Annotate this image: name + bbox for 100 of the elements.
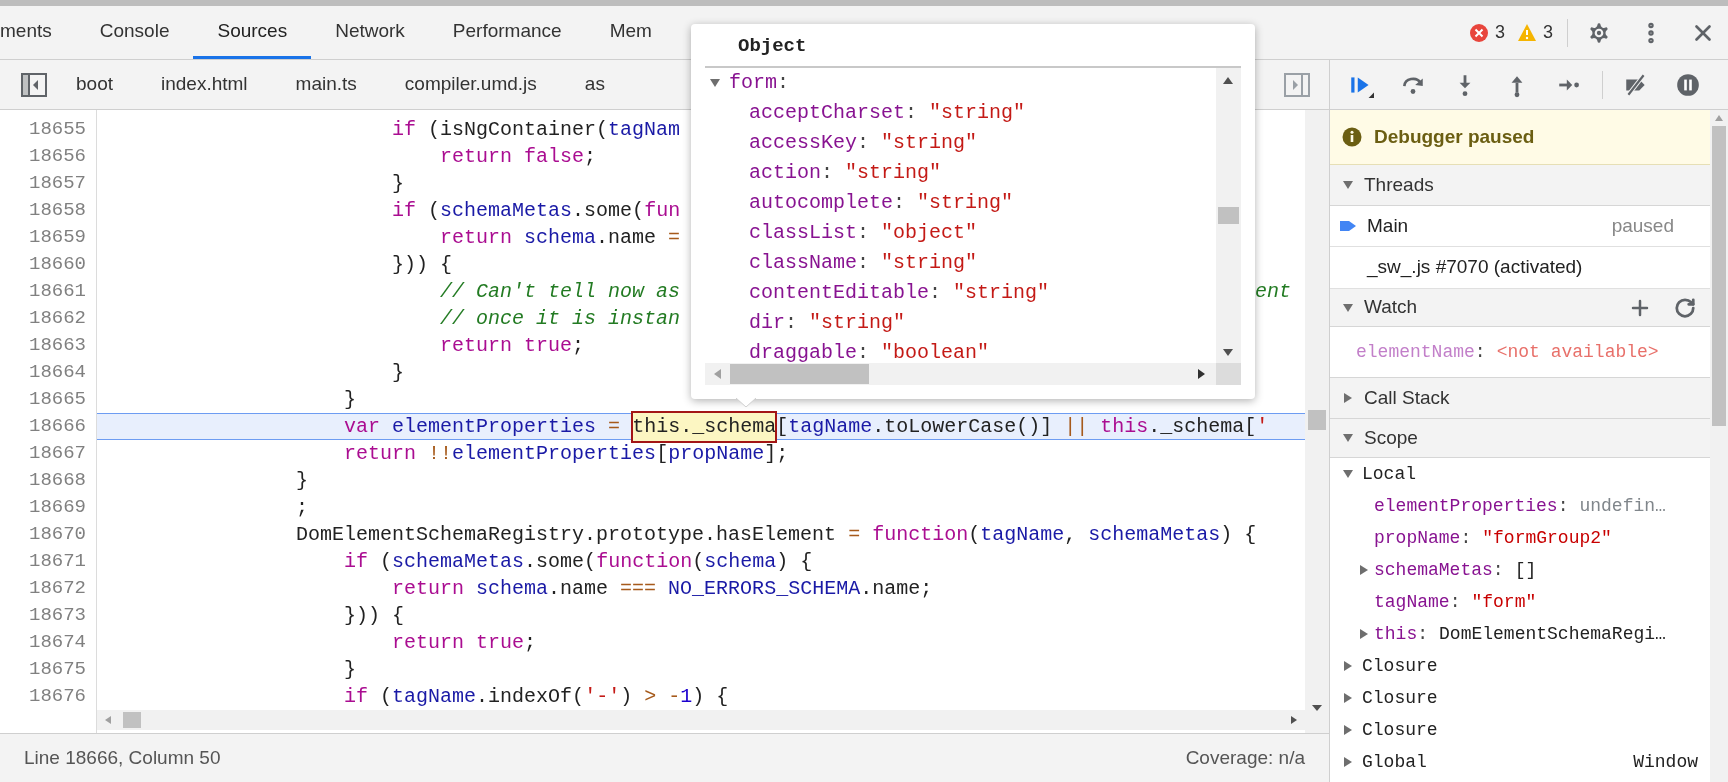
panel-tab[interactable]: ments (0, 6, 76, 59)
file-tab[interactable]: boot (52, 70, 137, 99)
line-number[interactable]: 18658 (0, 197, 96, 224)
property-row[interactable]: dir: "string" (705, 308, 1216, 338)
horizontal-scrollbar[interactable] (97, 710, 1305, 730)
property-row[interactable]: classList: "object" (705, 218, 1216, 248)
file-tab[interactable]: index.html (137, 70, 272, 99)
code-text: } (392, 359, 405, 386)
tree-node[interactable]: form: (705, 68, 1216, 98)
scope-variable[interactable]: schemaMetas: [] (1330, 554, 1708, 586)
vertical-scrollbar[interactable] (1216, 68, 1241, 363)
code-text: if (tagName.indexOf('-') > -1) { (344, 683, 729, 710)
scope-group[interactable]: Global Window (1330, 746, 1708, 778)
property-row[interactable]: acceptCharset: "string" (705, 98, 1216, 128)
scrollbar-thumb[interactable] (123, 712, 141, 728)
line-number[interactable]: 18676 (0, 683, 96, 710)
expand-triangle-icon[interactable] (1342, 301, 1354, 314)
section-header[interactable]: Call Stack (1330, 378, 1710, 419)
scope-variable[interactable]: this: DomElementSchemaRegi… (1330, 618, 1708, 650)
file-tab[interactable]: compiler.umd.js (380, 70, 561, 99)
pause-circle-icon[interactable] (1675, 71, 1701, 98)
refresh-icon[interactable] (1674, 296, 1696, 319)
scroll-up-arrow-icon[interactable] (1222, 76, 1234, 85)
horizontal-scrollbar[interactable] (705, 363, 1216, 385)
scope-group[interactable]: Local (1330, 458, 1708, 490)
property-row[interactable]: accessKey: "string" (705, 128, 1216, 158)
line-number[interactable]: 18660 (0, 251, 96, 278)
scope-group[interactable]: Closure (1330, 650, 1708, 682)
vertical-scrollbar[interactable] (1305, 110, 1329, 733)
scope-variable[interactable]: tagName: "form" (1330, 586, 1708, 618)
line-number[interactable]: 18670 (0, 521, 96, 548)
section-title: Watch (1364, 295, 1418, 320)
line-number[interactable]: 18666 (0, 413, 96, 440)
line-number[interactable]: 18663 (0, 332, 96, 359)
scope-variable[interactable]: elementProperties: undefin… (1330, 490, 1708, 522)
scope-group[interactable]: Closure (1330, 714, 1708, 746)
expand-triangle-icon[interactable] (709, 77, 721, 89)
thread-row[interactable]: Main paused (1330, 206, 1710, 247)
scroll-down-arrow-icon[interactable] (1222, 348, 1234, 357)
section-header[interactable]: Threads (1330, 165, 1710, 206)
section-header[interactable]: Scope (1330, 419, 1710, 458)
scope-variable[interactable]: propName: "formGroup2" (1330, 522, 1708, 554)
code-text: ent (1255, 278, 1291, 305)
vertical-scrollbar[interactable] (1710, 110, 1728, 782)
line-number[interactable]: 18669 (0, 494, 96, 521)
line-number[interactable]: 18655 (0, 116, 96, 143)
property-row[interactable]: contentEditable: "string" (705, 278, 1216, 308)
line-number[interactable]: 18668 (0, 467, 96, 494)
expand-triangle-icon[interactable] (1358, 628, 1370, 640)
code-text: var elementProperties = (344, 413, 622, 440)
panel-tab[interactable]: Mem (585, 6, 676, 59)
scope-group[interactable]: Closure (1330, 682, 1708, 714)
line-number[interactable]: 18659 (0, 224, 96, 251)
expand-triangle-icon[interactable] (1342, 724, 1354, 736)
scrollbar-thumb[interactable] (1308, 410, 1326, 430)
property-row[interactable]: draggable: "boolean" (705, 338, 1216, 363)
sidebar-toggle-icon[interactable] (21, 72, 47, 97)
property-row[interactable]: action: "string" (705, 158, 1216, 188)
line-number[interactable]: 18656 (0, 143, 96, 170)
panel-toggle-icon[interactable] (1284, 72, 1310, 97)
line-number[interactable]: 18672 (0, 575, 96, 602)
line-number[interactable]: 18661 (0, 278, 96, 305)
expand-triangle-icon[interactable] (1342, 179, 1354, 191)
section-title: Scope (1364, 425, 1418, 450)
code-text: if (isNgContainer(tagNam (392, 116, 681, 143)
line-number[interactable]: 18662 (0, 305, 96, 332)
scrollbar-thumb[interactable] (1218, 207, 1239, 224)
expand-triangle-icon[interactable] (1358, 564, 1370, 576)
expand-triangle-icon[interactable] (1342, 692, 1354, 704)
property-row[interactable]: className: "string" (705, 248, 1216, 278)
error-icon[interactable] (1468, 22, 1489, 43)
scroll-down-arrow-icon[interactable] (1311, 703, 1323, 713)
scroll-right-arrow-icon[interactable] (1289, 715, 1299, 725)
scrollbar-thumb[interactable] (1712, 126, 1726, 426)
scrollbar-thumb[interactable] (730, 364, 869, 384)
panel-tab[interactable]: Console (75, 6, 194, 59)
line-number[interactable]: 18675 (0, 656, 96, 683)
line-number[interactable]: 18664 (0, 359, 96, 386)
line-number[interactable]: 18667 (0, 440, 96, 467)
cursor-position: Line 18666, Column 50 (24, 745, 221, 770)
expand-triangle-icon[interactable] (1342, 660, 1354, 672)
line-number[interactable]: 18657 (0, 170, 96, 197)
line-number[interactable]: 18671 (0, 548, 96, 575)
file-tab[interactable]: main.ts (271, 70, 381, 99)
file-tab[interactable]: as (560, 70, 629, 99)
panel-tab[interactable]: Network (311, 6, 429, 59)
code-text: return false; (440, 143, 597, 170)
scope-name: Closure (1362, 718, 1438, 742)
property-row[interactable]: autocomplete: "string" (705, 188, 1216, 218)
line-number[interactable]: 18673 (0, 602, 96, 629)
section-header[interactable]: Watch (1330, 289, 1710, 327)
line-number[interactable]: 18674 (0, 629, 96, 656)
scroll-right-arrow-icon[interactable] (1197, 368, 1206, 380)
code-text: return true; (440, 332, 585, 359)
expand-triangle-icon[interactable] (1342, 468, 1354, 480)
expand-triangle-icon[interactable] (1342, 432, 1354, 444)
panel-tab[interactable]: Performance (428, 6, 586, 59)
expand-triangle-icon[interactable] (1342, 392, 1354, 404)
line-number[interactable]: 18665 (0, 386, 96, 413)
expand-triangle-icon[interactable] (1342, 756, 1354, 768)
